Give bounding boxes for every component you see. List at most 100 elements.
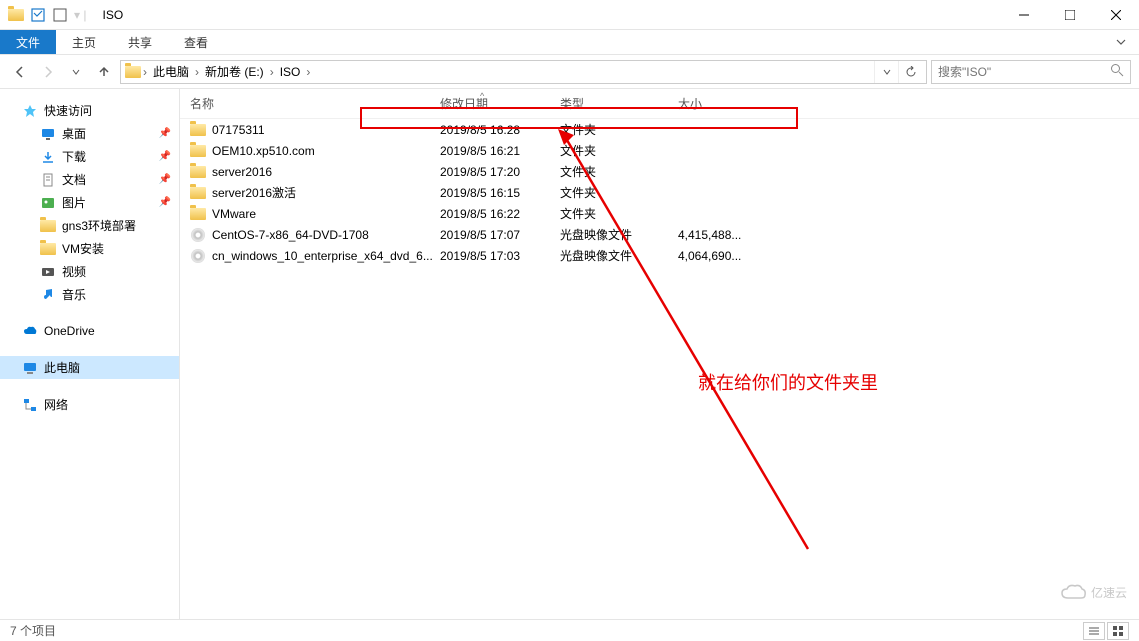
sidebar-desktop[interactable]: 桌面 📌	[0, 122, 179, 145]
annotation-text: 就在给你们的文件夹里	[698, 369, 878, 395]
sidebar-label: 文档	[62, 171, 86, 188]
file-name-cell: 07175311	[180, 122, 440, 138]
sidebar-label: 视频	[62, 263, 86, 280]
sidebar-pictures[interactable]: 图片 📌	[0, 191, 179, 214]
qat-dropdown-icon[interactable]	[52, 7, 68, 23]
cloud-icon	[22, 323, 38, 339]
breadcrumb-item[interactable]: 新加卷 (E:)	[201, 63, 268, 80]
sort-indicator-icon: ^	[480, 91, 484, 101]
sidebar-videos[interactable]: 视频	[0, 260, 179, 283]
file-row[interactable]: server2016激活2019/8/5 16:15文件夹	[180, 182, 1139, 203]
file-name-cell: server2016	[180, 164, 440, 180]
breadcrumb-sep-icon[interactable]: ›	[143, 65, 147, 79]
file-name-cell: cn_windows_10_enterprise_x64_dvd_6...	[180, 248, 440, 264]
file-date: 2019/8/5 17:03	[440, 249, 560, 263]
disc-icon	[190, 248, 206, 264]
navigation-pane: 快速访问 桌面 📌 下载 📌 文档 📌 图片 📌	[0, 89, 180, 619]
ribbon: 文件 主页 共享 查看	[0, 30, 1139, 55]
maximize-button[interactable]	[1047, 0, 1093, 30]
network-icon	[22, 397, 38, 413]
sidebar-label: VM安装	[62, 240, 104, 257]
file-name-cell: server2016激活	[180, 184, 440, 201]
folder-icon	[125, 64, 141, 80]
file-type: 文件夹	[560, 163, 678, 180]
column-size-header[interactable]: 大小	[678, 95, 778, 112]
qat-properties-icon[interactable]	[30, 7, 46, 23]
file-date: 2019/8/5 17:07	[440, 228, 560, 242]
minimize-button[interactable]	[1001, 0, 1047, 30]
star-icon	[22, 103, 38, 119]
disc-icon	[190, 227, 206, 243]
breadcrumb-sep-icon[interactable]: ›	[306, 65, 310, 79]
breadcrumb-sep-icon[interactable]: ›	[195, 65, 199, 79]
chevron-down-icon	[1115, 36, 1127, 48]
file-row[interactable]: CentOS-7-x86_64-DVD-17082019/8/5 17:07光盘…	[180, 224, 1139, 245]
sidebar-gns3[interactable]: gns3环境部署	[0, 214, 179, 237]
document-icon	[40, 172, 56, 188]
ribbon-tab-share[interactable]: 共享	[112, 30, 168, 54]
recent-dropdown[interactable]	[64, 60, 88, 84]
address-dropdown-button[interactable]	[874, 61, 898, 83]
file-name: 07175311	[212, 123, 265, 137]
view-icons-button[interactable]	[1107, 622, 1129, 640]
file-row[interactable]: server20162019/8/5 17:20文件夹	[180, 161, 1139, 182]
close-button[interactable]	[1093, 0, 1139, 30]
column-type-header[interactable]: 类型	[560, 95, 678, 112]
ribbon-expand-button[interactable]	[1103, 30, 1139, 54]
sidebar-documents[interactable]: 文档 📌	[0, 168, 179, 191]
sidebar-thispc[interactable]: 此电脑	[0, 356, 179, 379]
search-icon[interactable]	[1110, 63, 1124, 80]
pin-icon: 📌	[159, 151, 171, 162]
pin-icon: 📌	[159, 128, 171, 139]
address-bar[interactable]: › 此电脑 › 新加卷 (E:) › ISO ›	[120, 60, 927, 84]
column-name-header[interactable]: 名称	[180, 95, 440, 112]
breadcrumb-item[interactable]: ISO	[276, 65, 305, 79]
sidebar-label: 快速访问	[44, 102, 92, 119]
sidebar-quickaccess[interactable]: 快速访问	[0, 99, 179, 122]
sidebar-network[interactable]: 网络	[0, 393, 179, 416]
sidebar-vm[interactable]: VM安装	[0, 237, 179, 260]
file-row[interactable]: cn_windows_10_enterprise_x64_dvd_6...201…	[180, 245, 1139, 266]
ribbon-tab-view[interactable]: 查看	[168, 30, 224, 54]
back-button[interactable]	[8, 60, 32, 84]
file-row[interactable]: VMware2019/8/5 16:22文件夹	[180, 203, 1139, 224]
file-name: VMware	[212, 207, 256, 221]
file-date: 2019/8/5 16:28	[440, 123, 560, 137]
file-row[interactable]: OEM10.xp510.com2019/8/5 16:21文件夹	[180, 140, 1139, 161]
titlebar-left: ▾ | ISO	[0, 7, 123, 23]
video-icon	[40, 264, 56, 280]
file-name: OEM10.xp510.com	[212, 144, 315, 158]
file-row[interactable]: 07175311 2019/8/5 16:28文件夹	[180, 119, 1139, 140]
sidebar-label: 此电脑	[44, 359, 80, 376]
sidebar-label: OneDrive	[44, 324, 95, 338]
file-size: 4,064,690...	[678, 249, 778, 263]
file-type: 光盘映像文件	[560, 226, 678, 243]
file-name: server2016	[212, 165, 272, 179]
refresh-button[interactable]	[898, 61, 922, 83]
file-name-cell: VMware	[180, 206, 440, 222]
sidebar-label: 音乐	[62, 286, 86, 303]
column-date-header[interactable]: 修改日期	[440, 95, 560, 112]
sidebar-music[interactable]: 音乐	[0, 283, 179, 306]
forward-button[interactable]	[36, 60, 60, 84]
view-details-button[interactable]	[1083, 622, 1105, 640]
search-box[interactable]	[931, 60, 1131, 84]
file-name: server2016激活	[212, 184, 296, 201]
search-input[interactable]	[938, 65, 1110, 79]
column-headers: 名称 修改日期 类型 大小	[180, 89, 1139, 119]
folder-icon	[190, 185, 206, 201]
ribbon-file-tab[interactable]: 文件	[0, 30, 56, 54]
sidebar-label: 网络	[44, 396, 68, 413]
breadcrumb-root[interactable]: 此电脑	[149, 63, 193, 80]
file-type: 文件夹	[560, 121, 678, 138]
breadcrumb-sep-icon[interactable]: ›	[270, 65, 274, 79]
titlebar: ▾ | ISO	[0, 0, 1139, 30]
file-type: 文件夹	[560, 205, 678, 222]
sidebar-label: gns3环境部署	[62, 217, 136, 234]
statusbar: 7 个项目	[0, 619, 1139, 641]
sidebar-downloads[interactable]: 下载 📌	[0, 145, 179, 168]
up-button[interactable]	[92, 60, 116, 84]
sidebar-onedrive[interactable]: OneDrive	[0, 320, 179, 342]
watermark: 亿速云	[1061, 583, 1127, 601]
ribbon-tab-home[interactable]: 主页	[56, 30, 112, 54]
